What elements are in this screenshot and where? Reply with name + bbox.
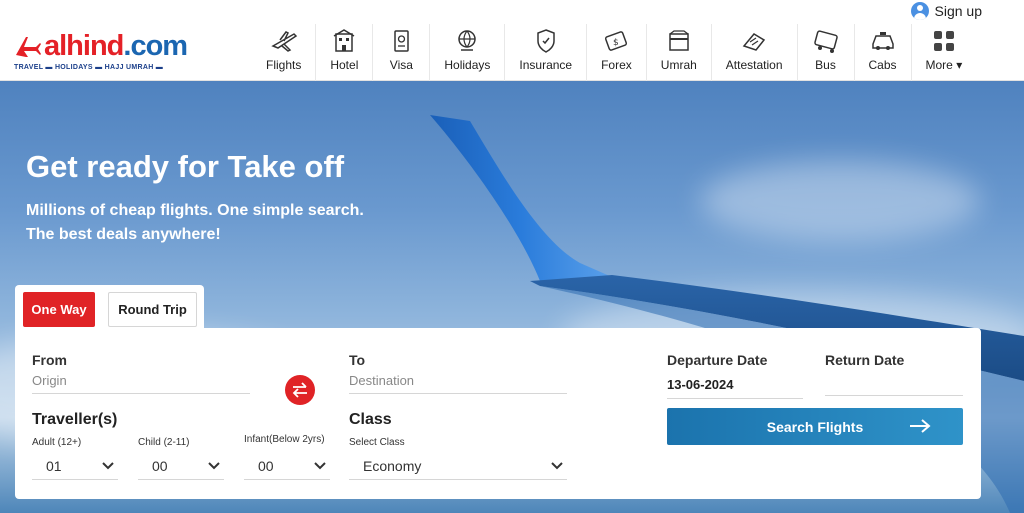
nav-visa[interactable]: Visa	[372, 24, 429, 81]
nav-flights[interactable]: Flights	[252, 24, 315, 81]
top-strip: Sign up	[0, 0, 1024, 24]
nav-holidays[interactable]: Holidays	[429, 24, 504, 81]
hero-subtitle: Millions of cheap flights. One simple se…	[26, 199, 364, 247]
hero-subtitle-line2: The best deals anywhere!	[26, 226, 221, 243]
hero-subtitle-line1: Millions of cheap flights. One simple se…	[26, 202, 364, 219]
adult-select[interactable]: 01	[32, 452, 118, 480]
class-value: Economy	[363, 457, 422, 474]
insurance-icon	[536, 29, 555, 53]
chevron-down-icon	[102, 461, 114, 469]
nav-more[interactable]: More ▾	[910, 24, 977, 81]
search-flights-button[interactable]: Search Flights	[667, 408, 963, 445]
origin-input[interactable]: Origin	[32, 373, 250, 394]
chevron-down-icon	[551, 461, 563, 469]
logo-tagline: TRAVEL ▬ HOLIDAYS ▬ HAJJ UMRAH ▬	[14, 64, 164, 71]
return-date-label: Return Date	[825, 352, 905, 368]
destination-input[interactable]: Destination	[349, 373, 567, 394]
signup-label: Sign up	[934, 3, 982, 19]
chevron-down-icon	[314, 461, 326, 469]
swap-button[interactable]	[285, 375, 315, 405]
arrow-right-icon	[910, 419, 931, 433]
more-label: More ▾	[925, 58, 963, 72]
nav-attestation[interactable]: Attestation	[710, 24, 797, 81]
nav-insurance[interactable]: Insurance	[504, 24, 586, 81]
child-select[interactable]: 00	[138, 452, 224, 480]
logo-plane-icon	[16, 37, 41, 57]
forex-icon: $	[605, 31, 628, 51]
bus-icon	[813, 30, 838, 53]
infant-label: Infant(Below 2yrs)	[244, 434, 325, 445]
flight-search-form: From Origin To Destination Departure Dat…	[15, 328, 981, 499]
infant-value: 00	[258, 457, 274, 474]
adult-value: 01	[46, 457, 62, 474]
header: alhind.com TRAVEL ▬ HOLIDAYS ▬ HAJJ UMRA…	[0, 24, 1024, 81]
flight-icon	[270, 31, 297, 52]
search-flights-label: Search Flights	[766, 418, 864, 435]
class-label: Class	[349, 411, 392, 428]
travellers-label: Traveller(s)	[32, 411, 118, 428]
hotel-icon	[333, 29, 355, 52]
svg-text:$: $	[613, 38, 619, 48]
user-icon	[910, 2, 929, 20]
main-nav: Flights Hotel Visa Holidays Insurance $ …	[252, 24, 976, 81]
holidays-icon	[458, 30, 477, 51]
logo-wordmark: alhind.com	[44, 30, 188, 62]
nav-bus[interactable]: Bus	[796, 24, 854, 81]
cab-icon	[871, 32, 894, 50]
nav-forex[interactable]: $ Forex	[586, 24, 646, 81]
trip-type-tabs: One Way Round Trip	[15, 285, 204, 331]
nav-hotel[interactable]: Hotel	[315, 24, 372, 81]
nav-umrah[interactable]: Umrah	[645, 24, 711, 81]
from-label: From	[32, 352, 67, 368]
return-date-input[interactable]	[825, 377, 963, 396]
adult-label: Adult (12+)	[32, 437, 82, 448]
visa-icon	[394, 30, 410, 52]
child-label: Child (2-11)	[138, 437, 190, 448]
attestation-icon	[742, 33, 766, 51]
nav-cabs[interactable]: Cabs	[853, 24, 911, 81]
select-class-label: Select Class	[349, 437, 405, 448]
umrah-icon	[669, 30, 689, 51]
logo[interactable]: alhind.com TRAVEL ▬ HOLIDAYS ▬ HAJJ UMRA…	[14, 30, 229, 76]
infant-select[interactable]: 00	[244, 452, 330, 480]
swap-icon	[292, 382, 307, 398]
tab-one-way[interactable]: One Way	[23, 292, 95, 327]
child-value: 00	[152, 457, 168, 474]
grid-icon	[933, 31, 954, 51]
departure-date-input[interactable]: 13-06-2024	[667, 377, 803, 399]
tab-round-trip[interactable]: Round Trip	[108, 292, 197, 327]
signup-link[interactable]: Sign up	[910, 2, 982, 20]
departure-date-label: Departure Date	[667, 352, 768, 368]
class-select[interactable]: Economy	[349, 452, 567, 480]
chevron-down-icon	[208, 461, 220, 469]
to-label: To	[349, 352, 366, 368]
hero-title: Get ready for Take off	[26, 149, 345, 184]
